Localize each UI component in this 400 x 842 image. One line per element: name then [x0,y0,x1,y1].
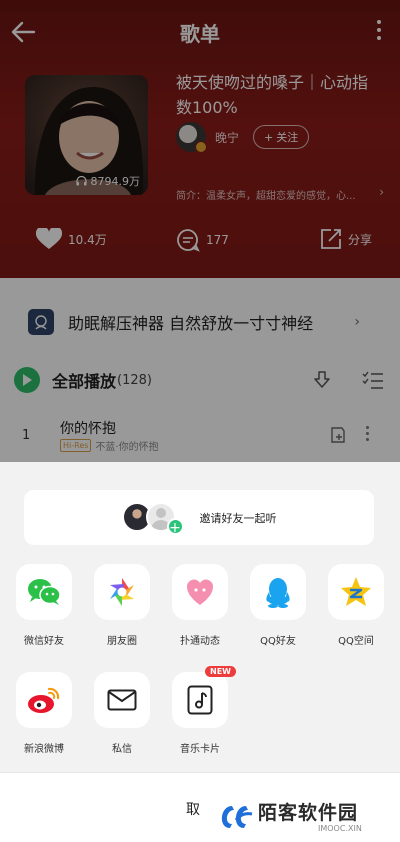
share-target-message[interactable]: 私信 [92,672,152,755]
message-icon [107,689,137,711]
creator-name[interactable]: 晚宁 [215,129,239,146]
creator-avatar[interactable] [176,122,207,153]
share-target-label: 扑通动态 [180,636,220,647]
plus-icon: + [264,130,274,144]
share-target-label: 朋友圈 [107,636,137,647]
watermark-text: 陌客软件园 [258,802,359,824]
song-row[interactable]: 1 你的怀抱 Hi-Res 不蓝·你的怀抱 [0,416,400,456]
song-name: 你的怀抱 [60,421,116,437]
comment-button[interactable]: 177 [176,228,229,252]
share-target-weibo[interactable]: 新浪微博 [14,672,74,755]
watermark-sub: IMOOC.XIN [318,824,362,833]
song-meta: Hi-Res 不蓝·你的怀抱 [60,438,159,453]
wechat-icon [28,579,61,605]
follow-label: 关注 [276,131,299,144]
share-sheet: + 邀请好友一起听 微信好友 朋友圈 扑通动态 QQ好友 QQ空间 新浪微博 私… [0,462,400,842]
qq-icon [266,578,290,608]
play-count-value: 8794.9万 [90,175,141,188]
moments-icon [110,578,134,606]
page-title: 歌单 [180,22,220,46]
multi-select-icon[interactable] [362,370,384,390]
share-icon [321,229,341,249]
top-bar: 歌单 [0,14,400,50]
chevron-right-icon[interactable]: › [379,185,384,199]
playlist-intro[interactable]: 简介：温柔女声，超甜恋爱的感觉，心... [176,187,376,202]
music-card-icon [187,685,213,715]
share-button[interactable]: 分享 [320,228,372,250]
download-icon[interactable] [312,370,332,390]
add-to-playlist-icon[interactable] [330,426,350,444]
share-target-label: 私信 [112,744,132,755]
like-button[interactable]: 10.4万 [36,228,107,250]
share-target-label: 音乐卡片 [180,744,220,755]
play-all-icon[interactable] [14,367,40,393]
more-options-icon[interactable] [376,20,382,44]
like-count: 10.4万 [68,232,107,247]
banner-text: 助眠解压神器 自然舒放一寸寸神经 [68,314,314,333]
share-target-label: 微信好友 [24,636,64,647]
sleep-app-icon [28,309,54,335]
share-target-label: QQ好友 [260,636,296,647]
song-index: 1 [22,428,31,443]
action-row: 10.4万 177 分享 [0,228,400,256]
plus-icon: + [166,517,184,536]
share-target-qq[interactable]: QQ好友 [248,564,308,647]
share-target-moments[interactable]: 朋友圈 [92,564,152,647]
song-list-area: 助眠解压神器 自然舒放一寸寸神经 › 全部播放 (128) 1 你的怀抱 Hi-… [0,278,400,468]
headphones-icon [75,176,87,186]
play-count: 8794.9万 [75,173,141,189]
qzone-icon [341,577,371,606]
share-target-qzone[interactable]: QQ空间 [326,564,386,647]
play-all-row[interactable]: 全部播放 (128) [14,366,386,394]
comment-icon [177,229,200,252]
play-all-label: 全部播放 [52,372,117,391]
share-target-label: QQ空间 [338,636,374,647]
creator-row[interactable]: 晚宁 + 关注 [176,122,310,153]
playlist-title: 被天使吻过的嗓子｜心动指数100% [176,73,369,117]
new-badge: NEW [205,666,236,677]
playlist-header: 歌单 8794.9万 被天使吻过的嗓子｜心动指数100% 晚宁 + 关注 简介：… [0,0,400,278]
invite-friends-button[interactable]: + 邀请好友一起听 [24,490,374,545]
share-target-wechat[interactable]: 微信好友 [14,564,74,647]
chevron-right-icon: › [354,314,360,330]
share-target-putong[interactable]: 扑通动态 [170,564,230,647]
song-count: (128) [117,372,152,388]
promo-banner[interactable]: 助眠解压神器 自然舒放一寸寸神经 › [28,306,368,338]
invite-avatars: + [121,501,188,536]
song-artist-album: 不蓝·你的怀抱 [95,442,159,453]
putong-icon [187,579,213,605]
share-target-music-card[interactable]: NEW 音乐卡片 [170,666,236,755]
heart-icon [36,228,62,249]
playlist-cover[interactable]: 8794.9万 [25,75,148,195]
hires-badge: Hi-Res [60,439,92,452]
comment-count: 177 [206,233,229,247]
share-label: 分享 [348,232,373,247]
song-more-icon[interactable] [366,426,370,444]
weibo-icon [28,687,60,713]
watermark: 陌客软件园 IMOOC.XIN [200,792,400,842]
share-target-label: 新浪微博 [24,744,64,755]
follow-button[interactable]: + 关注 [253,125,310,149]
watermark-logo [221,806,253,828]
invite-label: 邀请好友一起听 [199,511,277,525]
